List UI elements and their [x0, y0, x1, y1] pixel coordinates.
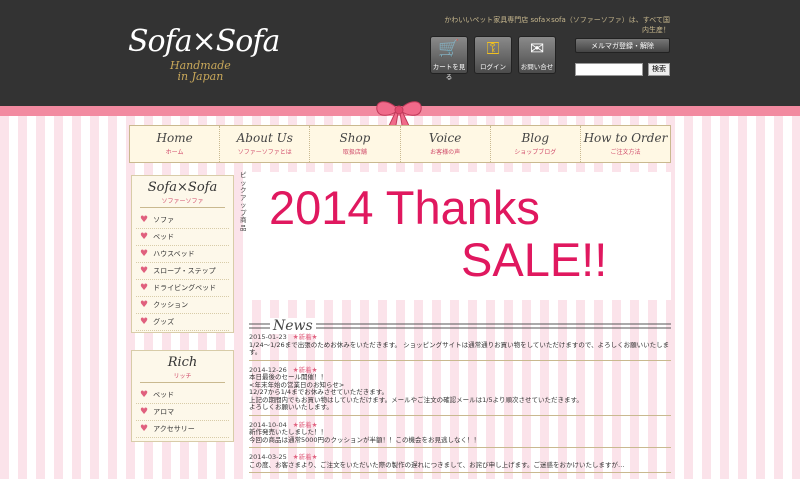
news-text: この度、お客さまより、ご注文をいただいた際の製作の遅れにつきまして、お詫び申し上…: [249, 460, 625, 469]
new-badge: ★新着★: [292, 333, 318, 341]
heart-icon: ♥: [140, 232, 149, 242]
sidebar-item-label: ドライビングベッド: [153, 284, 217, 292]
new-badge: ★新着★: [292, 453, 318, 461]
nav-about-sub: ソファーソファとは: [237, 149, 292, 156]
logo-sub-line2: in Japan: [177, 70, 224, 83]
banner-line2: SALE!!: [461, 233, 608, 286]
search-input[interactable]: [575, 63, 643, 76]
nav-voice[interactable]: Voice お客様の声: [401, 126, 491, 162]
nav-how-to-order-label: How to Order: [583, 131, 668, 145]
nav-about-label: About Us: [236, 131, 293, 145]
sidebar-rich: Rich リッチ ♥ ベッド ♥ アロマ ♥ アクセサリー: [131, 350, 234, 442]
contact-button-label: お問い合せ: [520, 63, 554, 71]
nav-voice-sub: お客様の声: [430, 149, 461, 156]
sidebar-item-rich-bed[interactable]: ♥ ベッド: [136, 387, 229, 404]
nav-home-label: Home: [156, 131, 193, 145]
news-text: 今回の商品は通常5000円のクッションが半額！！この機会をお見逃しなく！！: [249, 435, 481, 444]
sidebar-sofa-sofa: Sofa×Sofa ソファーソファ ♥ ソファ ♥ ベッド ♥ ハウスベッド ♥ スロー…: [131, 175, 234, 333]
banner-line1: 2014 Thanks: [269, 181, 540, 234]
sidebar-item-driving-bed[interactable]: ♥ ドライビングベッド: [136, 280, 229, 297]
nav-shop-label: Shop: [339, 131, 371, 145]
sale-banner[interactable]: 2014 Thanks SALE!!: [251, 172, 671, 300]
logo-subtitle: Handmade in Japan: [170, 60, 231, 82]
key-icon: ⚿: [486, 39, 500, 59]
news-date: 2014-03-25: [249, 453, 287, 461]
sidebar-rich-sub: リッチ: [140, 371, 225, 383]
sidebar-item-label: クッション: [153, 301, 189, 309]
sidebar-sofa-sub: ソファーソファ: [140, 196, 225, 208]
nav-shop-sub: 取扱店舗: [342, 149, 367, 156]
nav-home[interactable]: Home ホーム: [130, 126, 221, 162]
sidebar-item-goods[interactable]: ♥ グッズ: [136, 314, 229, 331]
search-button[interactable]: 検索: [648, 63, 670, 76]
nav-blog-label: Blog: [521, 131, 550, 145]
news-list: 2015-01-23 ★新着★ 1/24～1/26まで出張のためお休みをいただきま…: [249, 333, 671, 479]
news-item: 2014-03-25 ★新着★ この度、お客さまより、ご注文をいただいた際の製作の…: [249, 453, 671, 473]
heart-icon: ♥: [140, 424, 149, 434]
sidebar-item-label: ハウスベッド: [153, 250, 195, 258]
nav-how-to-order[interactable]: How to Order ご注文方法: [581, 126, 670, 162]
mail-icon: ✉: [529, 39, 545, 59]
sidebar-item-sofa[interactable]: ♥ ソファ: [136, 212, 229, 229]
sidebar-item-accessory[interactable]: ♥ アクセサリー: [136, 421, 229, 438]
sidebar-item-label: アロマ: [153, 408, 175, 416]
nav-blog[interactable]: Blog ショップブログ: [491, 126, 581, 162]
sidebar-item-label: ベッド: [153, 391, 175, 399]
heart-icon: ♥: [140, 215, 149, 225]
main-nav: Home ホーム About Us ソファーソファとは Shop 取扱店舗 Vo…: [129, 125, 671, 163]
heart-icon: ♥: [140, 300, 149, 310]
sidebar-item-label: ソファ: [153, 216, 175, 224]
heart-icon: ♥: [140, 317, 149, 327]
nav-shop[interactable]: Shop 取扱店舗: [310, 126, 401, 162]
sidebar-item-aroma[interactable]: ♥ アロマ: [136, 404, 229, 421]
heart-icon: ♥: [140, 249, 149, 259]
header: [0, 0, 800, 106]
login-button-label: ログイン: [480, 63, 506, 71]
news-date: 2015-01-23: [249, 333, 287, 341]
sidebar-item-label: スロープ・ステップ: [153, 267, 216, 275]
nav-how-to-order-sub: ご注文方法: [610, 149, 641, 156]
sidebar-item-slope-step[interactable]: ♥ スロープ・ステップ: [136, 263, 229, 280]
news-text: す。: [249, 348, 262, 356]
news-item: 2015-01-23 ★新着★ 1/24～1/26まで出張のためお休みをいただきま…: [249, 333, 671, 361]
heart-icon: ♥: [140, 266, 149, 276]
heart-icon: ♥: [140, 407, 149, 417]
contact-button[interactable]: ✉ お問い合せ: [518, 36, 556, 74]
sidebar-item-bed[interactable]: ♥ ベッド: [136, 229, 229, 246]
news-title: News: [270, 318, 316, 334]
news-text: よろしくお願いいたします。: [249, 403, 333, 411]
news-item: 2014-12-26 ★新着★ 本日最後のセール開催！！ <年末年始の営業日のお知…: [249, 366, 671, 416]
nav-blog-sub: ショップブログ: [514, 149, 557, 156]
login-button[interactable]: ⚿ ログイン: [474, 36, 512, 74]
cart-icon: 🛒: [438, 39, 460, 59]
sidebar-rich-title: Rich: [167, 355, 198, 370]
cart-button-label: カートを見る: [432, 63, 466, 81]
sidebar-sofa-title: Sofa×Sofa: [147, 180, 218, 195]
sidebar-item-label: グッズ: [153, 318, 175, 326]
pickup-label: ピックアップ商品: [240, 171, 247, 232]
heart-icon: ♥: [140, 390, 149, 400]
nav-voice-label: Voice: [428, 131, 462, 145]
sidebar-item-label: ベッド: [153, 233, 175, 241]
sidebar-item-cushion[interactable]: ♥ クッション: [136, 297, 229, 314]
cart-button[interactable]: 🛒 カートを見る: [430, 36, 468, 81]
site-logo[interactable]: Sofa×Sofa: [128, 24, 280, 59]
news-item: 2014-10-04 ★新着★ 新作発売いたしました！！ 今回の商品は通常5000…: [249, 421, 671, 448]
nav-home-sub: ホーム: [165, 149, 184, 156]
mailmag-button[interactable]: メルマガ登録・解除: [575, 38, 670, 53]
sidebar-item-label: アクセサリー: [153, 425, 195, 433]
nav-about[interactable]: About Us ソファーソファとは: [220, 126, 311, 162]
sidebar-item-house-bed[interactable]: ♥ ハウスベッド: [136, 246, 229, 263]
header-tagline: かわいいペット家具専門店 sofa×sofa（ソファーソファ）は、すべて国内生産…: [444, 16, 670, 34]
heart-icon: ♥: [140, 283, 149, 293]
news-text: 1/24～1/26まで出張のためお休みをいただきます。 ショッピングサイトは通常…: [249, 340, 670, 349]
